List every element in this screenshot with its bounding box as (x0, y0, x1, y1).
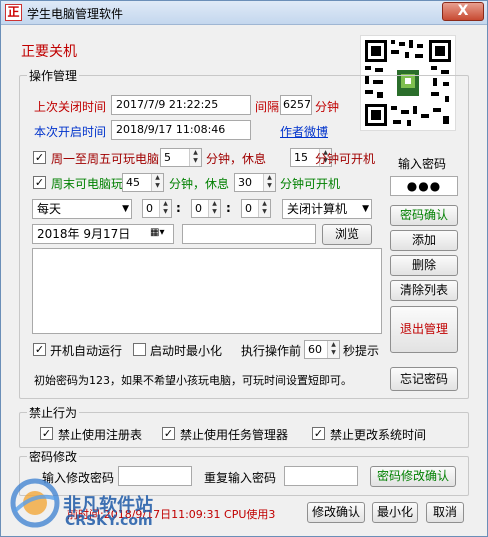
modify-confirm-button[interactable]: 修改确认 (307, 502, 365, 523)
hint-text: 初始密码为123，如果不希望小孩玩电脑，可玩时间设置短即可。 (34, 374, 352, 387)
exit-management-button[interactable]: 退出管理 (390, 306, 458, 353)
browse-button[interactable]: 浏览 (322, 224, 372, 245)
weekend-minutes-value: 45 (126, 176, 140, 189)
stepper-arrows-icon[interactable]: ▲ ▼ (327, 341, 339, 358)
weekend-rest-stepper[interactable]: 30 ▲ ▼ (234, 173, 276, 192)
this-boot-field[interactable]: 2018/9/17 11:08:46 (111, 120, 251, 140)
stepper-arrows-icon[interactable]: ▲ ▼ (208, 200, 220, 217)
weekday-rest-label: 分钟，休息 (206, 152, 267, 166)
main-window: 正 学生电脑管理软件 X 正要关机 操作管理 上次关闭时间 2017/7/9 2… (0, 0, 488, 537)
pre-action-suffix: 秒提示 (343, 344, 380, 358)
confirm-password-button[interactable]: 密码确认 (390, 205, 458, 226)
title-bar[interactable]: 正 学生电脑管理软件 X (1, 1, 487, 25)
close-button[interactable]: X (442, 2, 484, 21)
weekday-minutes-stepper[interactable]: 5 ▲ ▼ (160, 148, 202, 167)
forbid-taskmgr-checkbox[interactable]: ✓ (162, 427, 175, 440)
forbid-group-title: 禁止行为 (27, 404, 80, 421)
minute-stepper[interactable]: 0 ▲ ▼ (191, 199, 221, 218)
weekday-checkbox[interactable]: ✓ (33, 151, 46, 164)
weekend-rest-value: 30 (238, 176, 252, 189)
date-value: 2018年 9月17日 (37, 227, 131, 241)
minimize-on-start-label: 启动时最小化 (150, 344, 223, 358)
second-stepper[interactable]: 0 ▲ ▼ (241, 199, 271, 218)
forbid-systime-checkbox[interactable]: ✓ (312, 427, 325, 440)
this-boot-label: 本次开启时间 (34, 125, 107, 139)
forbid-regedit-checkbox[interactable]: ✓ (40, 427, 53, 440)
autostart-label: 开机自动运行 (50, 344, 123, 358)
repeat-password-label: 重复输入密码 (204, 471, 277, 485)
interval-field[interactable]: 6257 (280, 95, 312, 115)
schedule-list[interactable] (32, 248, 382, 334)
chevron-down-icon[interactable]: ▼ (122, 200, 129, 218)
forgot-password-button[interactable]: 忘记密码 (390, 367, 458, 391)
weekday-rest-value: 15 (294, 151, 308, 164)
status-heading: 正要关机 (21, 44, 77, 60)
confirm-password-change-button[interactable]: 密码修改确认 (370, 466, 456, 487)
second-value: 0 (245, 202, 252, 215)
author-weibo-link[interactable]: 作者微博 (280, 123, 328, 140)
watermark-line2: CRSKY.com (65, 513, 153, 529)
action-select[interactable]: 关闭计算机 ▼ (282, 199, 372, 219)
weekday-suffix: 分钟可开机 (315, 152, 376, 166)
hour-stepper[interactable]: 0 ▲ ▼ (142, 199, 172, 218)
minimize-button[interactable]: 最小化 (372, 502, 418, 523)
interval-unit: 分钟 (315, 100, 340, 114)
stepper-arrows-icon[interactable]: ▲ ▼ (159, 200, 171, 217)
window-title: 学生电脑管理软件 (27, 7, 124, 21)
action-select-value: 关闭计算机 (287, 202, 348, 216)
hour-value: 0 (146, 202, 153, 215)
app-icon: 正 (5, 4, 22, 21)
stepper-arrows-icon[interactable]: ▲ ▼ (263, 174, 275, 191)
password-input[interactable]: ●●● (390, 176, 458, 196)
pre-action-label: 执行操作前 (241, 344, 302, 358)
interval-label: 间隔 (255, 100, 280, 114)
forbid-taskmgr-label: 禁止使用任务管理器 (180, 428, 289, 442)
weekend-checkbox[interactable]: ✓ (33, 176, 46, 189)
last-shutdown-field[interactable]: 2017/7/9 21:22:25 (111, 95, 251, 115)
weekday-label: 周一至周五可玩电脑 (51, 152, 160, 166)
cancel-button[interactable]: 取消 (426, 502, 464, 523)
time-separator: : (176, 201, 181, 215)
file-path-field[interactable] (182, 224, 316, 244)
minimize-on-start-checkbox[interactable] (133, 343, 146, 356)
pre-action-value: 60 (308, 343, 322, 356)
forbid-regedit-label: 禁止使用注册表 (58, 428, 143, 442)
stepper-arrows-icon[interactable]: ▲ ▼ (189, 149, 201, 166)
last-shutdown-label: 上次关闭时间 (34, 100, 107, 114)
password-label: 输入密码 (398, 157, 447, 171)
weekend-suffix: 分钟可开机 (280, 177, 341, 191)
time-separator: : (226, 201, 231, 215)
weekend-label: 周末可电脑玩 (51, 177, 124, 191)
chevron-down-icon[interactable]: ▼ (362, 200, 369, 218)
pwchange-group-title: 密码修改 (27, 448, 80, 465)
add-button[interactable]: 添加 (390, 230, 458, 251)
clear-list-button[interactable]: 清除列表 (390, 280, 458, 301)
minute-value: 0 (195, 202, 202, 215)
schedule-select-value: 每天 (37, 202, 62, 216)
weekend-rest-label: 分钟，休息 (169, 177, 230, 191)
stepper-arrows-icon[interactable]: ▲ ▼ (258, 200, 270, 217)
schedule-select[interactable]: 每天 ▼ (32, 199, 132, 219)
delete-button[interactable]: 删除 (390, 255, 458, 276)
forbid-systime-label: 禁止更改系统时间 (330, 428, 427, 442)
autostart-checkbox[interactable]: ✓ (33, 343, 46, 356)
watermark-logo: 非凡软件站 CRSKY.com (9, 471, 184, 533)
stepper-arrows-icon[interactable]: ▲ ▼ (151, 174, 163, 191)
weekday-minutes-value: 5 (164, 151, 171, 164)
pre-action-stepper[interactable]: 60 ▲ ▼ (304, 340, 340, 359)
repeat-password-input[interactable] (284, 466, 358, 486)
ops-group-title: 操作管理 (27, 67, 80, 84)
weekend-minutes-stepper[interactable]: 45 ▲ ▼ (122, 173, 164, 192)
calendar-icon[interactable]: ▦▾ (150, 227, 164, 238)
